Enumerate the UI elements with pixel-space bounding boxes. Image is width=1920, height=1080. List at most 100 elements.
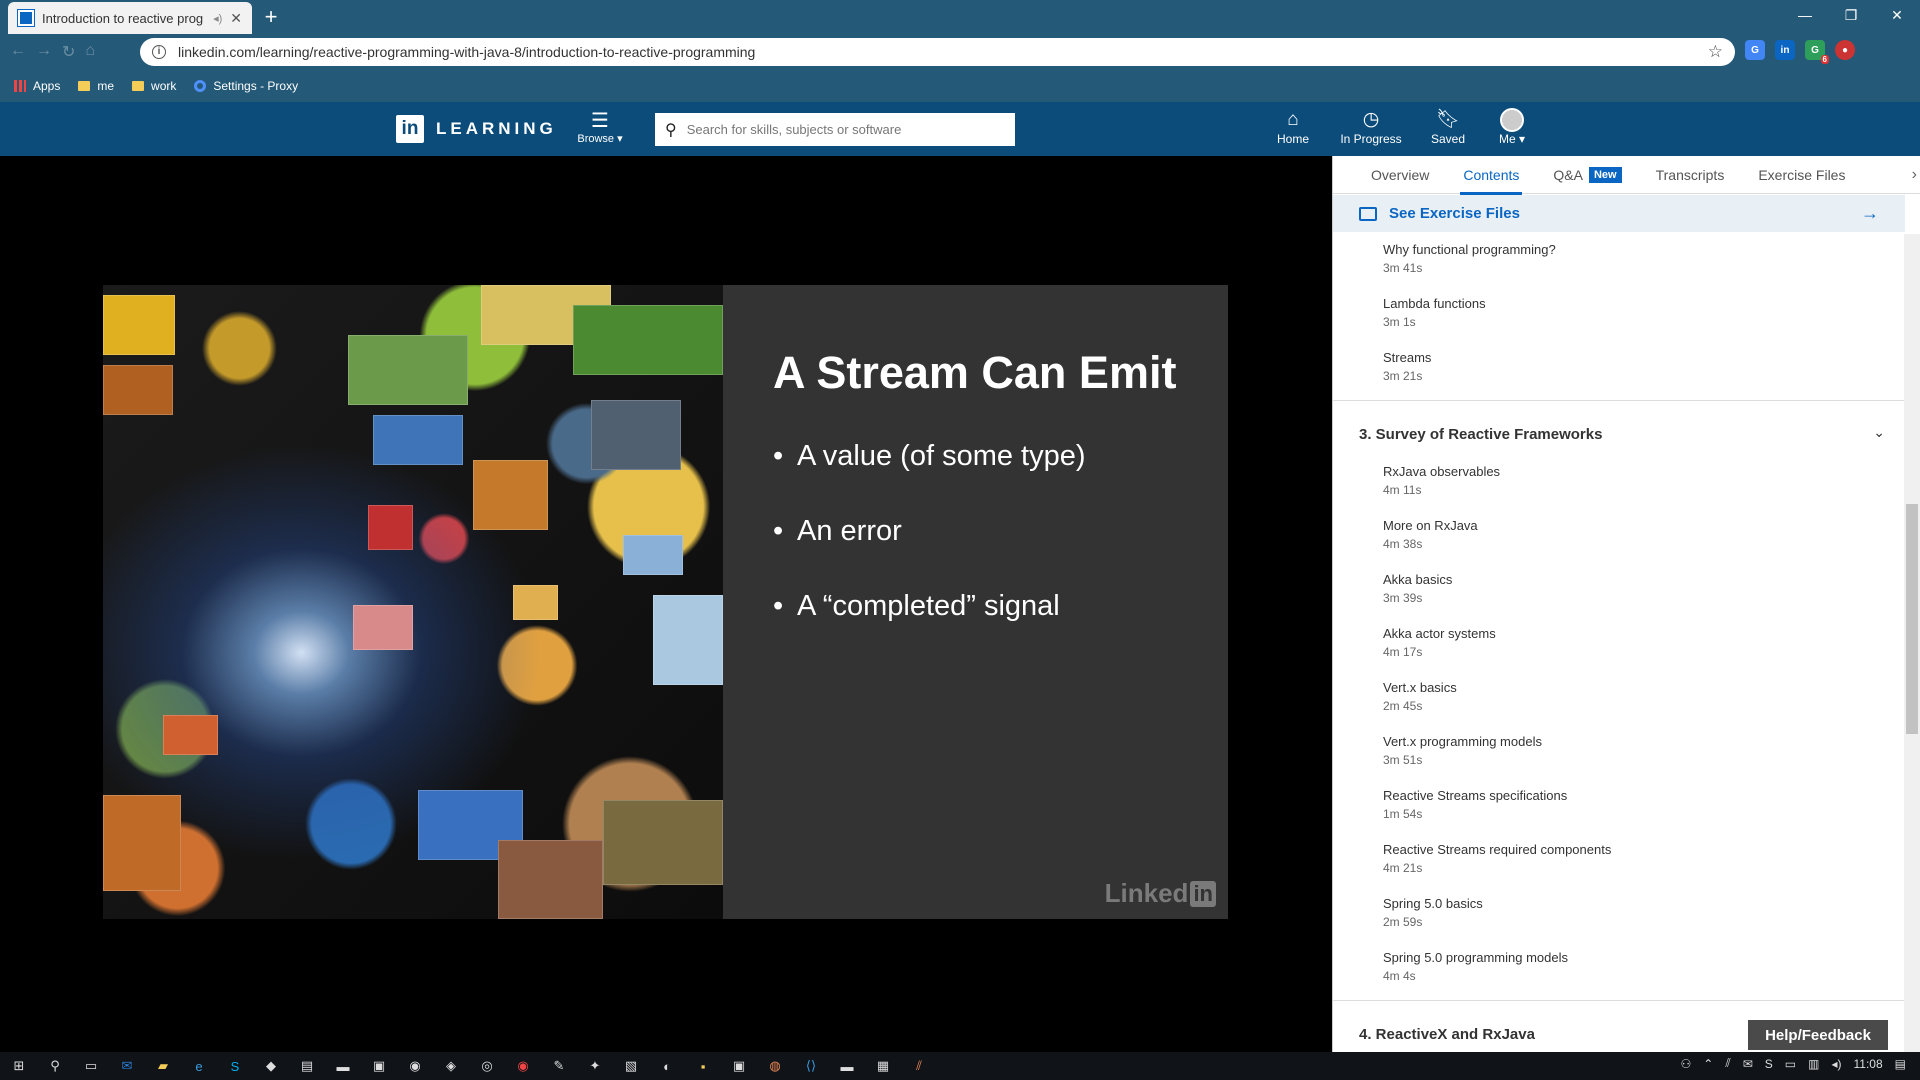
file-explorer-icon[interactable]: ▰ [154,1057,172,1075]
nav-in-progress-label: In Progress [1340,132,1402,146]
tab-exercise-files[interactable]: Exercise Files [1741,156,1862,194]
section-header[interactable]: 3. Survey of Reactive Frameworks [1359,426,1602,443]
browse-menu[interactable]: ☰ Browse ▾ [575,110,625,145]
search-icon[interactable]: ⚲ [46,1057,64,1075]
list-item[interactable]: Akka basics 3m 39s [1383,572,1452,605]
info-icon[interactable]: i [152,45,166,59]
address-bar[interactable]: i linkedin.com/learning/reactive-program… [140,38,1735,66]
list-item[interactable]: Vert.x programming models 3m 51s [1383,734,1542,767]
list-item[interactable]: Spring 5.0 basics 2m 59s [1383,896,1483,929]
browser-toolbar: ← → ↻ ⌂ i linkedin.com/learning/reactive… [0,34,1920,70]
new-badge: New [1588,166,1622,183]
app-icon[interactable]: ◆ [262,1057,280,1075]
bookmark-work[interactable]: work [132,79,176,93]
app-icon[interactable]: ▧ [622,1057,640,1075]
reload-icon[interactable]: ↻ [62,42,75,62]
linkedin-learning-logo[interactable]: in LEARNING [396,115,557,143]
volume-icon[interactable]: ◂) [1831,1057,1841,1071]
close-window-icon[interactable]: ✕ [1874,0,1920,30]
bookmark-apps[interactable]: Apps [14,79,60,93]
skype-icon[interactable]: S [226,1057,244,1075]
divider [1333,400,1905,401]
list-item[interactable]: Why functional programming? 3m 41s [1383,242,1556,275]
app-icon[interactable]: ✦ [586,1057,604,1075]
list-item[interactable]: More on RxJava 4m 38s [1383,518,1478,551]
chevron-up-icon[interactable]: ⌃ [1703,1057,1713,1071]
task-view-icon[interactable]: ▭ [82,1057,100,1075]
bookmark-star-icon[interactable]: ☆ [1708,42,1723,62]
tab-qa[interactable]: Q&A New [1536,156,1638,194]
tab-title: Introduction to reactive prog [42,10,204,26]
app-icon[interactable]: ▬ [838,1057,856,1075]
bookmark-settings-proxy[interactable]: Settings - Proxy [194,79,298,93]
close-tab-icon[interactable]: ✕ [230,10,242,27]
outlook-icon[interactable]: ✉ [118,1057,136,1075]
intellij-icon[interactable]: ▣ [370,1057,388,1075]
app-icon[interactable]: ✎ [550,1057,568,1075]
nav-me[interactable]: Me ▾ [1472,108,1552,146]
app-icon[interactable]: ▬ [334,1057,352,1075]
forward-icon[interactable]: → [36,42,52,62]
list-item[interactable]: Spring 5.0 programming models 4m 4s [1383,950,1568,983]
app-icon[interactable]: ⫽ [910,1057,928,1075]
linkedin-extension-icon[interactable]: in [1775,40,1795,60]
restore-icon[interactable]: ❐ [1828,0,1874,30]
list-item[interactable]: Streams 3m 21s [1383,350,1431,383]
windows-start-icon[interactable]: ⊞ [10,1057,28,1075]
tab-strip: Introduction to reactive prog ◂) ✕ + — ❐… [0,0,1920,34]
section-header[interactable]: 4. ReactiveX and RxJava [1359,1026,1535,1043]
app-icon[interactable]: ◉ [406,1057,424,1075]
outlook-tray-icon[interactable]: ✉ [1743,1057,1753,1071]
app-icon[interactable]: ◈ [442,1057,460,1075]
scrollbar[interactable] [1904,234,1920,1052]
new-tab-button[interactable]: + [258,4,284,30]
scrollbar-thumb[interactable] [1906,504,1918,734]
sticky-notes-icon[interactable]: ▪ [694,1057,712,1075]
minimize-icon[interactable]: — [1782,0,1828,30]
tab-overview[interactable]: Overview [1333,156,1446,194]
chrome-icon[interactable]: ◉ [514,1057,532,1075]
grammar-extension-icon[interactable]: G6 [1805,40,1829,64]
terminal-icon[interactable]: ▤ [298,1057,316,1075]
video-player[interactable]: A Stream Can Emit A value (of some type)… [0,156,1332,1052]
window-controls: — ❐ ✕ [1782,0,1920,30]
app-icon[interactable]: ▦ [874,1057,892,1075]
nav-home[interactable]: ⌂ Home [1253,108,1333,146]
mute-icon[interactable]: ◂) [213,12,222,25]
see-exercise-files-bar[interactable]: See Exercise Files → [1333,195,1905,232]
bookmark-me[interactable]: me [78,79,114,93]
browser-tab[interactable]: Introduction to reactive prog ◂) ✕ [8,2,252,34]
clock-time[interactable]: 11:08 [1854,1057,1883,1071]
translate-extension-icon[interactable]: G [1745,40,1765,60]
linkedin-watermark: Linked in [1105,878,1216,909]
chevron-down-icon[interactable]: ⌄ [1873,424,1885,441]
list-item[interactable]: Lambda functions 3m 1s [1383,296,1486,329]
gear-icon [194,80,207,92]
search-input[interactable]: ⚲ Search for skills, subjects or softwar… [655,113,1015,146]
network-icon[interactable]: ▥ [1808,1057,1819,1071]
tab-transcripts[interactable]: Transcripts [1639,156,1742,194]
app-icon[interactable]: ◐ [658,1057,676,1075]
intellij-icon[interactable]: ▣ [730,1057,748,1075]
tray-app-icon[interactable]: ⫽ [1725,1056,1730,1071]
nav-in-progress[interactable]: ◷ In Progress [1331,108,1411,146]
list-item[interactable]: Reactive Streams required components 4m 2… [1383,842,1611,875]
list-item[interactable]: Akka actor systems 4m 17s [1383,626,1496,659]
people-icon[interactable]: ⚇ [1681,1057,1692,1071]
help-feedback-button[interactable]: Help/Feedback [1748,1020,1888,1050]
app-icon[interactable]: ◍ [766,1057,784,1075]
list-item[interactable]: Vert.x basics 2m 45s [1383,680,1457,713]
home-icon[interactable]: ⌂ [85,42,95,62]
back-icon[interactable]: ← [10,42,26,62]
list-item[interactable]: RxJava observables 4m 11s [1383,464,1500,497]
battery-icon[interactable]: ▭ [1785,1057,1796,1071]
app-icon[interactable]: ◎ [478,1057,496,1075]
profile-avatar-icon[interactable]: ● [1835,40,1855,60]
notifications-icon[interactable]: ▤ [1895,1057,1906,1071]
list-item[interactable]: Reactive Streams specifications 1m 54s [1383,788,1567,821]
skype-tray-icon[interactable]: S [1765,1057,1773,1071]
chevron-right-icon[interactable]: › [1912,166,1917,184]
tab-contents[interactable]: Contents [1446,156,1536,195]
vscode-icon[interactable]: ⟨⟩ [802,1057,820,1075]
ie-icon[interactable]: e [190,1057,208,1075]
